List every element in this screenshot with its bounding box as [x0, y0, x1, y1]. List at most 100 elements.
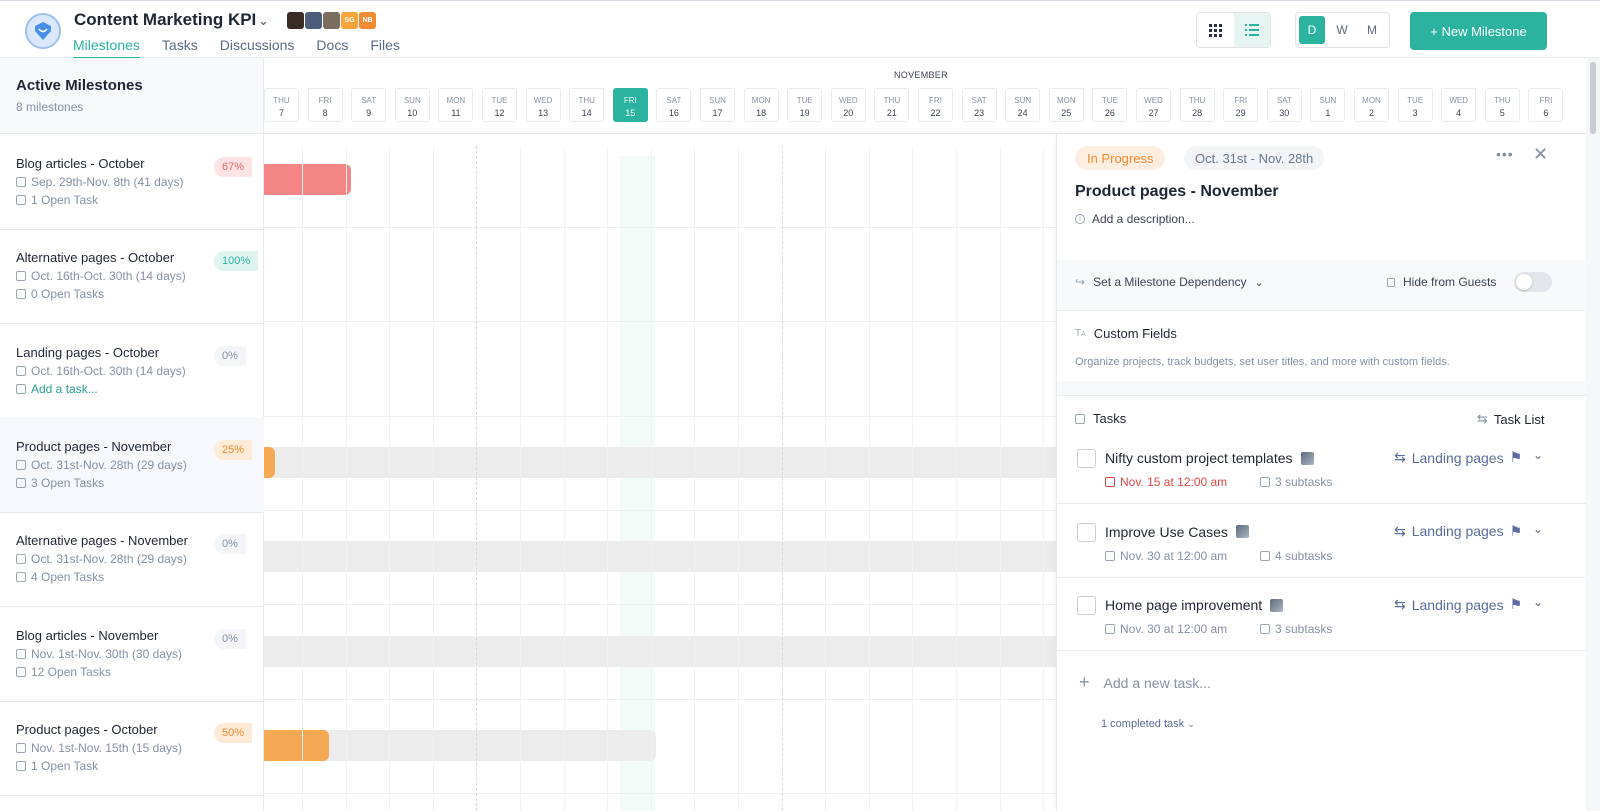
day-cell[interactable]: MON 2	[1354, 88, 1389, 122]
hide-from-guests-toggle[interactable]	[1514, 272, 1552, 292]
chevron-down-icon[interactable]: ⌄	[1533, 522, 1543, 536]
day-cell[interactable]: TUE 12	[482, 88, 517, 122]
task-list-link[interactable]: ⇆ Landing pages ⚑	[1394, 449, 1522, 466]
tab-files[interactable]: Files	[370, 37, 400, 59]
avatar[interactable]: NB	[359, 12, 376, 29]
date-range-pill[interactable]: Oct. 31st - Nov. 28th	[1184, 146, 1325, 170]
milestone-row[interactable]: Landing pages - October Oct. 16th-Oct. 30…	[0, 323, 264, 419]
day-cell[interactable]: SUN 1	[1310, 88, 1346, 122]
zoom-d-button[interactable]: D	[1299, 16, 1325, 44]
chevron-down-icon[interactable]: ⌄	[258, 13, 269, 29]
task-row[interactable]: Home page improvement Nov. 30 at 12:00 am…	[1057, 578, 1587, 651]
subtask-count[interactable]: 3 subtasks	[1260, 622, 1332, 636]
day-cell[interactable]: SUN 24	[1005, 88, 1041, 122]
task-due-date[interactable]: Nov. 15 at 12:00 am	[1105, 475, 1227, 489]
milestone-row[interactable]: Alternative pages - November Oct. 31st-No…	[0, 511, 264, 608]
milestone-row[interactable]: Product pages - November Oct. 31st-Nov. 2…	[0, 416, 264, 513]
milestone-row[interactable]: Alternative pages - October Oct. 16th-Oct…	[0, 228, 264, 325]
tab-docs[interactable]: Docs	[316, 37, 348, 59]
day-cell[interactable]: MON 25	[1048, 88, 1084, 122]
vertical-scrollbar[interactable]	[1586, 58, 1600, 811]
task-due-date[interactable]: Nov. 30 at 12:00 am	[1105, 549, 1227, 563]
milestone-row[interactable]: Blog articles - November Nov. 1st-Nov. 30…	[0, 606, 264, 702]
task-list-link[interactable]: ⇆ Landing pages ⚑	[1394, 596, 1522, 613]
milestone-row[interactable]: Blog articles - October Sep. 29th-Nov. 8t…	[0, 134, 264, 230]
list-view-icon[interactable]	[1233, 13, 1270, 47]
chevron-down-icon[interactable]: ⌄	[1533, 448, 1543, 462]
task-checkbox[interactable]	[1077, 596, 1096, 615]
panel-title[interactable]: Product pages - November	[1075, 183, 1279, 201]
zoom-m-button[interactable]: M	[1359, 16, 1385, 44]
scrollbar-thumb[interactable]	[1590, 62, 1596, 134]
avatar[interactable]	[287, 12, 304, 29]
close-icon[interactable]: ✕	[1533, 144, 1548, 165]
day-cell[interactable]: FRI 8	[307, 88, 343, 122]
day-cell[interactable]: TUE 19	[787, 88, 823, 122]
subtask-count[interactable]: 4 subtasks	[1260, 549, 1332, 563]
tab-discussions[interactable]: Discussions	[220, 37, 295, 59]
assignee-avatar[interactable]	[1270, 598, 1284, 612]
task-row[interactable]: Nifty custom project templates Nov. 15 at…	[1057, 431, 1587, 504]
avatar[interactable]	[305, 12, 322, 29]
day-cell[interactable]: THU 14	[569, 88, 605, 122]
task-row[interactable]: Improve Use Cases Nov. 30 at 12:00 am 4 su…	[1057, 505, 1587, 578]
milestone-name[interactable]: Alternative pages - November	[16, 533, 248, 548]
day-cell[interactable]: THU 21	[874, 88, 910, 122]
add-task-input[interactable]: + Add a new task...	[1079, 672, 1211, 693]
milestone-track-bar[interactable]	[264, 541, 1136, 573]
grid-view-icon[interactable]	[1197, 13, 1234, 47]
day-cell[interactable]: FRI 15	[612, 88, 648, 122]
day-cell[interactable]: THU 28	[1179, 88, 1215, 122]
day-cell[interactable]: MON 11	[438, 88, 474, 122]
day-cell[interactable]: FRI 22	[918, 88, 953, 122]
add-task-link[interactable]: Add a task...	[16, 382, 248, 396]
avatar[interactable]	[323, 12, 340, 29]
day-cell[interactable]: SUN 17	[700, 88, 735, 122]
project-logo-icon[interactable]	[25, 13, 61, 49]
task-name[interactable]: Improve Use Cases	[1105, 524, 1249, 540]
day-cell[interactable]: TUE 26	[1092, 88, 1128, 122]
milestone-track-bar[interactable]	[264, 446, 1136, 478]
day-cell[interactable]: TUE 3	[1397, 88, 1433, 122]
member-avatars[interactable]: SG NB	[287, 12, 377, 29]
day-cell[interactable]: FRI 29	[1223, 88, 1259, 122]
day-cell[interactable]: WED 20	[830, 88, 866, 122]
more-options-icon[interactable]: •••	[1496, 146, 1514, 162]
day-cell[interactable]: THU 7	[264, 88, 299, 122]
day-cell[interactable]: WED 13	[525, 88, 561, 122]
day-cell[interactable]: FRI 6	[1528, 88, 1564, 122]
day-cell[interactable]: THU 5	[1484, 88, 1520, 122]
task-checkbox[interactable]	[1077, 522, 1096, 542]
status-badge[interactable]: In Progress	[1075, 146, 1166, 170]
task-list-button[interactable]: ⇆ Task List	[1477, 411, 1544, 427]
tab-tasks[interactable]: Tasks	[162, 37, 198, 59]
milestone-progress-bar[interactable]	[264, 164, 352, 195]
day-cell[interactable]: WED 4	[1441, 88, 1477, 122]
task-name[interactable]: Nifty custom project templates	[1105, 450, 1314, 466]
day-cell[interactable]: SAT 23	[961, 88, 997, 122]
chevron-down-icon[interactable]: ⌄	[1533, 595, 1543, 609]
assignee-avatar[interactable]	[1235, 525, 1249, 538]
zoom-w-button[interactable]: W	[1329, 16, 1355, 44]
milestone-track-bar[interactable]	[264, 635, 1136, 667]
assignee-avatar[interactable]	[1300, 451, 1314, 465]
new-milestone-button[interactable]: + New Milestone	[1410, 12, 1547, 50]
project-title[interactable]: Content Marketing KPI	[74, 10, 256, 30]
task-due-date[interactable]: Nov. 30 at 12:00 am	[1105, 622, 1227, 636]
custom-fields-heading[interactable]: TA Custom Fields	[1075, 326, 1177, 341]
day-cell[interactable]: SAT 9	[351, 88, 387, 122]
day-cell[interactable]: SAT 16	[656, 88, 692, 122]
day-cell[interactable]: MON 18	[743, 88, 779, 122]
tab-milestones[interactable]: Milestones	[73, 37, 140, 59]
task-name[interactable]: Home page improvement	[1105, 597, 1284, 613]
description-field[interactable]: i Add a description...	[1075, 212, 1195, 226]
milestone-name[interactable]: Alternative pages - October	[16, 250, 248, 265]
avatar[interactable]: SG	[341, 12, 358, 29]
milestone-row[interactable]: Product pages - October Nov. 1st-Nov. 15t…	[0, 700, 264, 796]
day-cell[interactable]: SAT 30	[1266, 88, 1302, 122]
completed-tasks-toggle[interactable]: 1 completed task ⌄	[1101, 718, 1195, 730]
task-list-link[interactable]: ⇆ Landing pages ⚑	[1394, 523, 1522, 540]
task-checkbox[interactable]	[1077, 449, 1096, 468]
day-cell[interactable]: SUN 10	[394, 88, 430, 122]
day-cell[interactable]: WED 27	[1136, 88, 1171, 122]
